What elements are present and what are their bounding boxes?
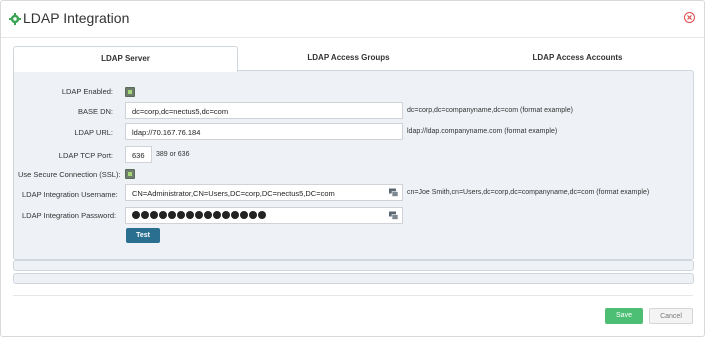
footer-divider bbox=[13, 295, 693, 296]
password-dot bbox=[213, 211, 221, 219]
tab-ldap-access-accounts[interactable]: LDAP Access Accounts bbox=[465, 46, 690, 70]
section-divider-strip bbox=[13, 273, 694, 284]
test-button[interactable]: Test bbox=[126, 228, 160, 243]
ldap-enabled-checkbox[interactable] bbox=[125, 87, 135, 97]
password-label: LDAP Integration Password: bbox=[22, 211, 117, 220]
ssl-checkbox[interactable] bbox=[125, 169, 135, 179]
tab-ldap-access-groups[interactable]: LDAP Access Groups bbox=[237, 46, 460, 70]
dialog-title: LDAP Integration bbox=[23, 10, 130, 26]
password-dot bbox=[240, 211, 248, 219]
username-hint: cn=Joe Smith,cn=Users,dc=corp,dc=company… bbox=[407, 189, 650, 196]
keyboard-icon[interactable] bbox=[389, 211, 398, 220]
password-dot bbox=[186, 211, 194, 219]
password-dot bbox=[204, 211, 212, 219]
gear-icon bbox=[9, 13, 21, 25]
cancel-button[interactable]: Cancel bbox=[649, 308, 693, 324]
tab-ldap-server[interactable]: LDAP Server bbox=[13, 46, 238, 72]
password-dot bbox=[195, 211, 203, 219]
dialog-header: LDAP Integration bbox=[1, 1, 704, 38]
password-dot bbox=[141, 211, 149, 219]
ldap-server-panel bbox=[13, 70, 694, 260]
tab-bar: LDAP Server LDAP Access Groups LDAP Acce… bbox=[13, 46, 693, 72]
password-dot bbox=[168, 211, 176, 219]
password-dot bbox=[249, 211, 257, 219]
password-dot bbox=[159, 211, 167, 219]
base-dn-hint: dc=corp,dc=companyname,dc=com (format ex… bbox=[407, 107, 573, 114]
ssl-label: Use Secure Connection (SSL): bbox=[18, 170, 121, 179]
tcp-port-input[interactable]: 636 bbox=[125, 146, 152, 163]
tcp-port-hint: 389 or 636 bbox=[156, 151, 190, 158]
username-label: LDAP Integration Username: bbox=[22, 190, 118, 199]
username-input[interactable]: CN=Administrator,CN=Users,DC=corp,DC=nec… bbox=[125, 184, 403, 201]
ldap-integration-dialog: LDAP Integration LDAP Server LDAP Access… bbox=[0, 0, 705, 337]
base-dn-input[interactable]: dc=corp,dc=nectus5,dc=com bbox=[125, 102, 403, 119]
password-dot bbox=[222, 211, 230, 219]
ldap-url-input[interactable]: ldap://70.167.76.184 bbox=[125, 123, 403, 140]
ldap-enabled-label: LDAP Enabled: bbox=[61, 87, 113, 96]
password-mask bbox=[132, 211, 267, 220]
close-icon[interactable] bbox=[684, 12, 695, 23]
tcp-port-label: LDAP TCP Port: bbox=[58, 151, 113, 160]
password-dot bbox=[258, 211, 266, 219]
keyboard-icon[interactable] bbox=[389, 188, 398, 197]
password-dot bbox=[150, 211, 158, 219]
password-dot bbox=[231, 211, 239, 219]
save-button[interactable]: Save bbox=[605, 308, 643, 324]
password-dot bbox=[132, 211, 140, 219]
base-dn-label: BASE DN: bbox=[77, 107, 113, 116]
password-input[interactable] bbox=[125, 207, 403, 224]
password-dot bbox=[177, 211, 185, 219]
ldap-url-hint: ldap://ldap.companyname.com (format exam… bbox=[407, 128, 558, 135]
section-divider-strip bbox=[13, 260, 694, 271]
ldap-url-label: LDAP URL: bbox=[74, 128, 113, 137]
